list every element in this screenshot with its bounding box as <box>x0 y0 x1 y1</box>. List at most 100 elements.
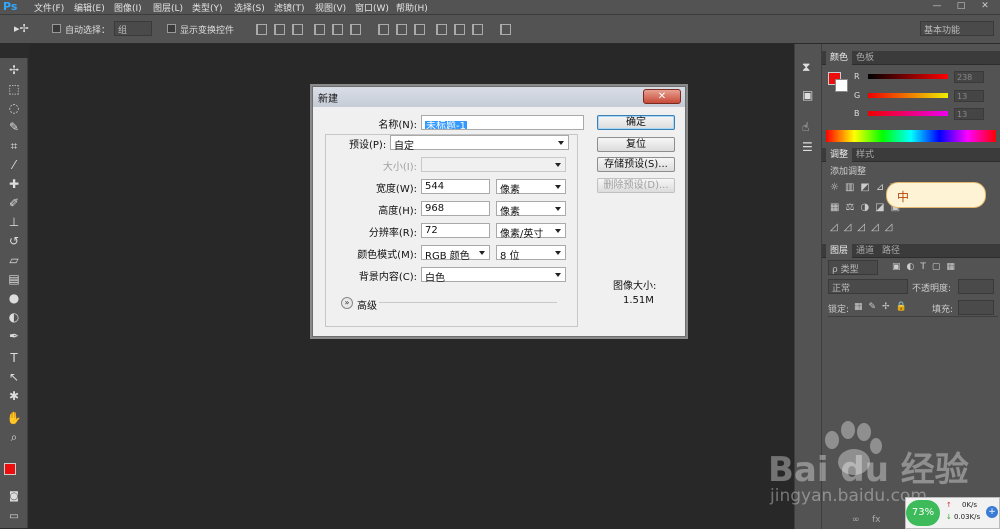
move-tool-icon[interactable]: ▸✢ <box>14 22 29 35</box>
blur-tool-icon[interactable]: ● <box>4 290 24 307</box>
maximize-button[interactable]: □ <box>950 0 972 13</box>
distribute-vcenter-icon[interactable] <box>396 24 407 35</box>
color-mode-dropdown[interactable]: RGB 颜色 <box>421 245 490 262</box>
menu-layer[interactable]: 图层(L) <box>153 1 183 14</box>
screen-mode-icon[interactable]: ▭ <box>4 508 24 525</box>
foreground-color-swatch[interactable] <box>4 463 16 475</box>
auto-align-icon[interactable] <box>500 24 511 35</box>
panel-background-swatch[interactable] <box>835 79 848 92</box>
menu-file[interactable]: 文件(F) <box>34 1 64 14</box>
quick-mask-icon[interactable]: ◙ <box>4 488 24 505</box>
pen-tool-icon[interactable]: ✒ <box>4 328 24 345</box>
color-spectrum-bar[interactable] <box>826 130 996 142</box>
background-dropdown[interactable]: 白色 <box>421 267 566 284</box>
lock-icons[interactable]: ▦✎✢🔒 <box>854 302 913 312</box>
eraser-tool-icon[interactable]: ▱ <box>4 252 24 269</box>
menu-view[interactable]: 视图(V) <box>315 1 346 14</box>
align-left-icon[interactable] <box>256 24 267 35</box>
tab-channels[interactable]: 通道 <box>852 244 878 258</box>
properties-panel-icon[interactable]: ☰ <box>802 140 813 154</box>
memory-usage-badge[interactable]: 73% <box>906 500 940 526</box>
reset-button[interactable]: 复位 <box>597 137 675 152</box>
eyedropper-tool-icon[interactable]: ⁄ <box>4 157 24 174</box>
r-value[interactable]: 238 <box>954 71 984 83</box>
tab-styles[interactable]: 样式 <box>852 148 878 162</box>
brush-tool-icon[interactable]: ✐ <box>4 195 24 212</box>
b-slider[interactable] <box>868 111 948 116</box>
auto-select-dropdown[interactable]: 组 <box>114 21 152 36</box>
height-unit-dropdown[interactable]: 像素 <box>496 201 566 218</box>
crop-tool-icon[interactable]: ⌗ <box>4 138 24 155</box>
accelerate-icon[interactable]: + <box>986 506 998 518</box>
align-top-icon[interactable] <box>314 24 325 35</box>
actions-panel-icon[interactable]: ▣ <box>802 88 813 102</box>
g-slider[interactable] <box>868 93 948 98</box>
resolution-unit-dropdown[interactable]: 像素/英寸 <box>496 223 566 240</box>
history-brush-tool-icon[interactable]: ↺ <box>4 233 24 250</box>
dialog-close-button[interactable]: ✕ <box>643 89 681 104</box>
resolution-input[interactable]: 72 <box>421 223 490 238</box>
menu-filter[interactable]: 滤镜(T) <box>274 1 305 14</box>
ok-button[interactable]: 确定 <box>597 115 675 130</box>
close-window-button[interactable]: ✕ <box>974 0 996 13</box>
layer-filter-icons[interactable]: ▣◐T▢▦ <box>892 262 961 272</box>
tab-adjustments[interactable]: 调整 <box>826 148 853 162</box>
opacity-input[interactable] <box>958 279 994 294</box>
adjustment-icons-row3[interactable]: ◿◿◿◿◿ <box>830 222 898 233</box>
tab-color[interactable]: 颜色 <box>826 51 853 65</box>
path-select-tool-icon[interactable]: ↖ <box>4 369 24 386</box>
align-hcenter-icon[interactable] <box>274 24 285 35</box>
workspace-dropdown[interactable]: 基本功能 <box>920 21 994 36</box>
expand-advanced-icon[interactable]: » <box>341 297 353 309</box>
distribute-top-icon[interactable] <box>378 24 389 35</box>
align-bottom-icon[interactable] <box>350 24 361 35</box>
name-input[interactable]: 未标题-1 <box>421 115 584 130</box>
zoom-tool-icon[interactable]: ⌕ <box>4 429 24 446</box>
history-panel-icon[interactable]: ⧗ <box>802 60 810 75</box>
minimize-button[interactable]: — <box>926 0 948 13</box>
quick-select-tool-icon[interactable]: ✎ <box>4 119 24 136</box>
link-layers-icon[interactable]: ∞ <box>852 515 860 525</box>
distribute-hcenter-icon[interactable] <box>454 24 465 35</box>
menu-type[interactable]: 类型(Y) <box>192 1 223 14</box>
distribute-right-icon[interactable] <box>472 24 483 35</box>
preset-dropdown[interactable]: 自定 <box>390 135 569 152</box>
blend-mode-dropdown[interactable]: 正常 <box>828 279 908 294</box>
distribute-bottom-icon[interactable] <box>414 24 425 35</box>
tab-layers[interactable]: 图层 <box>826 244 853 258</box>
bit-depth-dropdown[interactable]: 8 位 <box>496 245 566 262</box>
menu-edit[interactable]: 编辑(E) <box>74 1 105 14</box>
menu-help[interactable]: 帮助(H) <box>396 1 428 14</box>
type-tool-icon[interactable]: T <box>4 350 24 367</box>
r-slider[interactable] <box>868 74 948 79</box>
b-value[interactable]: 13 <box>954 108 984 120</box>
menu-select[interactable]: 选择(S) <box>234 1 265 14</box>
menu-image[interactable]: 图像(I) <box>114 1 142 14</box>
width-unit-dropdown[interactable]: 像素 <box>496 179 566 196</box>
g-value[interactable]: 13 <box>954 90 984 102</box>
fill-input[interactable] <box>958 300 994 315</box>
hand-tool-icon[interactable]: ✋ <box>4 410 24 427</box>
distribute-left-icon[interactable] <box>436 24 447 35</box>
layer-kind-filter[interactable]: ρ 类型 <box>828 260 878 275</box>
ime-status-widget[interactable]: 中 <box>886 182 986 208</box>
auto-select-checkbox[interactable] <box>52 24 61 33</box>
healing-brush-tool-icon[interactable]: ✚ <box>4 176 24 193</box>
clone-stamp-tool-icon[interactable]: ⊥ <box>4 214 24 231</box>
shape-tool-icon[interactable]: ✱ <box>4 388 24 405</box>
marquee-tool-icon[interactable]: ⬚ <box>4 81 24 98</box>
tool-presets-icon[interactable]: ☝ <box>802 120 809 134</box>
width-input[interactable]: 544 <box>421 179 490 194</box>
show-transform-checkbox[interactable] <box>167 24 176 33</box>
align-vcenter-icon[interactable] <box>332 24 343 35</box>
fx-icon[interactable]: fx <box>872 515 881 525</box>
align-right-icon[interactable] <box>292 24 303 35</box>
lasso-tool-icon[interactable]: ◌ <box>4 100 24 117</box>
save-preset-button[interactable]: 存储预设(S)... <box>597 157 675 172</box>
gradient-tool-icon[interactable]: ▤ <box>4 271 24 288</box>
dodge-tool-icon[interactable]: ◐ <box>4 309 24 326</box>
menu-window[interactable]: 窗口(W) <box>355 1 389 14</box>
advanced-label[interactable]: 高级 <box>357 297 377 312</box>
height-input[interactable]: 968 <box>421 201 490 216</box>
move-tool-icon[interactable]: ✢ <box>4 62 24 79</box>
